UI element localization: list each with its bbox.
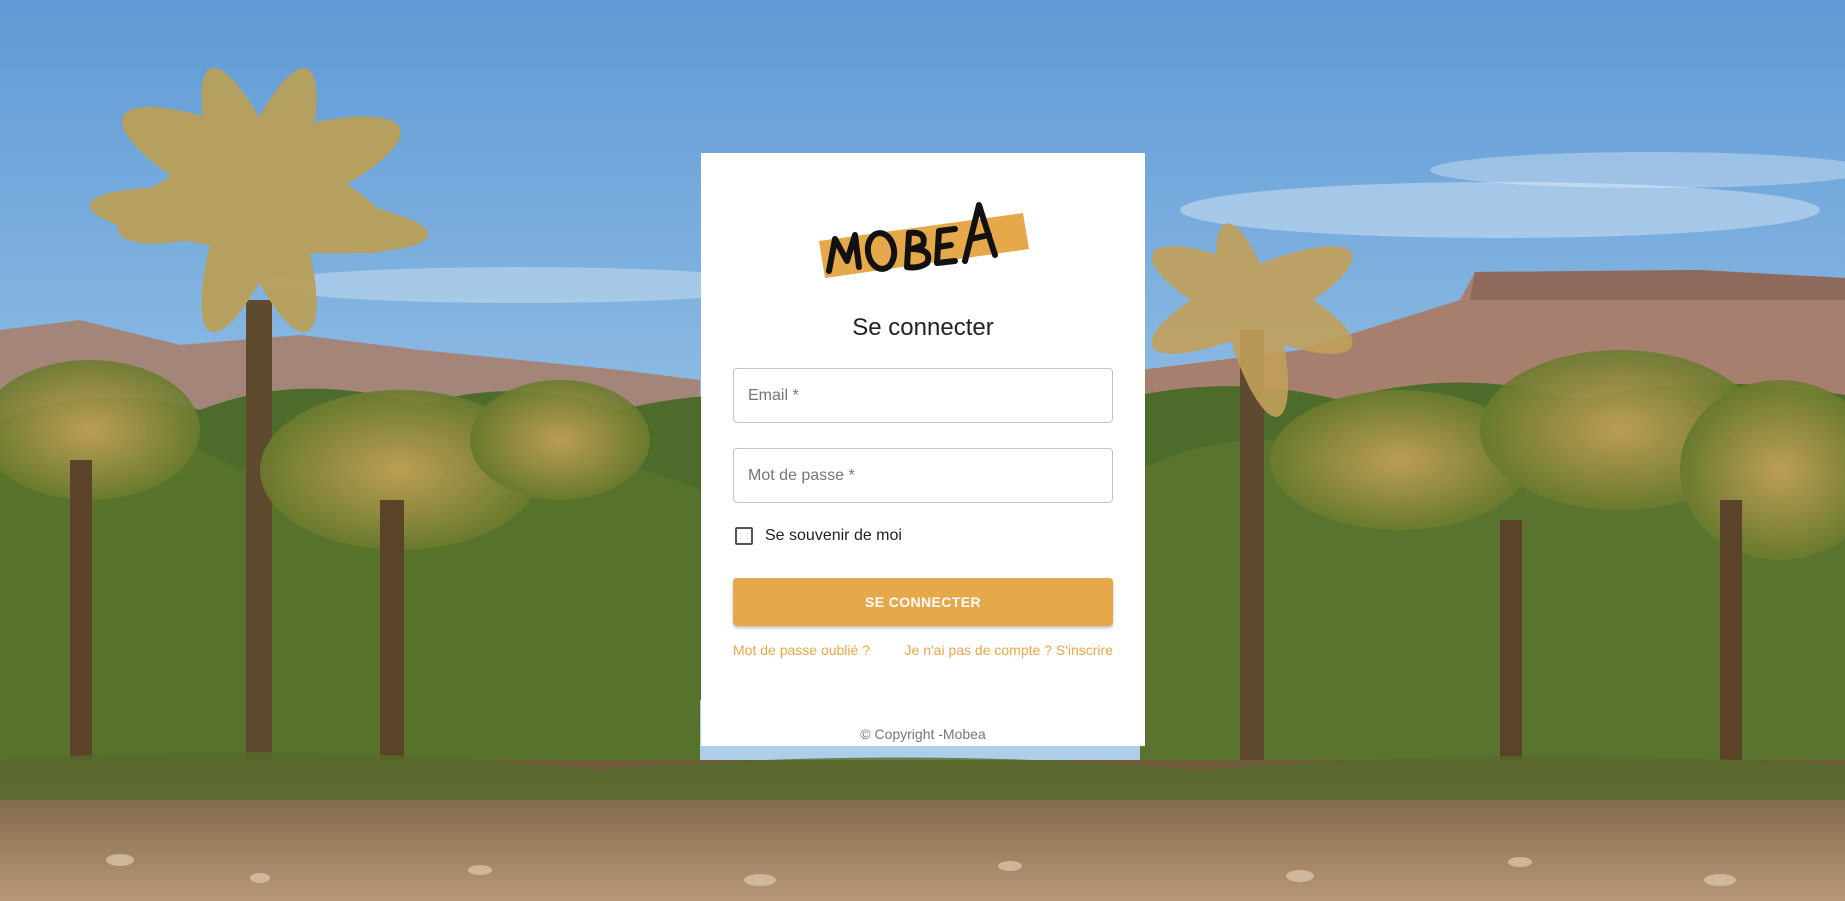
login-card: Se connecter Se souvenir de moi SE CONNE… <box>701 153 1145 746</box>
forgot-password-link[interactable]: Mot de passe oublié ? <box>733 642 870 658</box>
signup-link[interactable]: Je n'ai pas de compte ? S'inscrire <box>905 642 1113 658</box>
email-field[interactable] <box>733 368 1113 423</box>
copyright-text: © Copyright -Mobea <box>860 726 986 742</box>
remember-me-checkbox[interactable] <box>735 527 753 545</box>
password-field[interactable] <box>733 448 1113 503</box>
page-title: Se connecter <box>852 314 994 341</box>
password-input[interactable] <box>734 449 1112 502</box>
remember-me-option[interactable]: Se souvenir de moi <box>733 522 902 550</box>
remember-me-label: Se souvenir de moi <box>765 527 902 544</box>
login-button[interactable]: SE CONNECTER <box>733 578 1113 626</box>
email-input[interactable] <box>734 369 1112 422</box>
mobea-logo <box>815 191 1031 281</box>
